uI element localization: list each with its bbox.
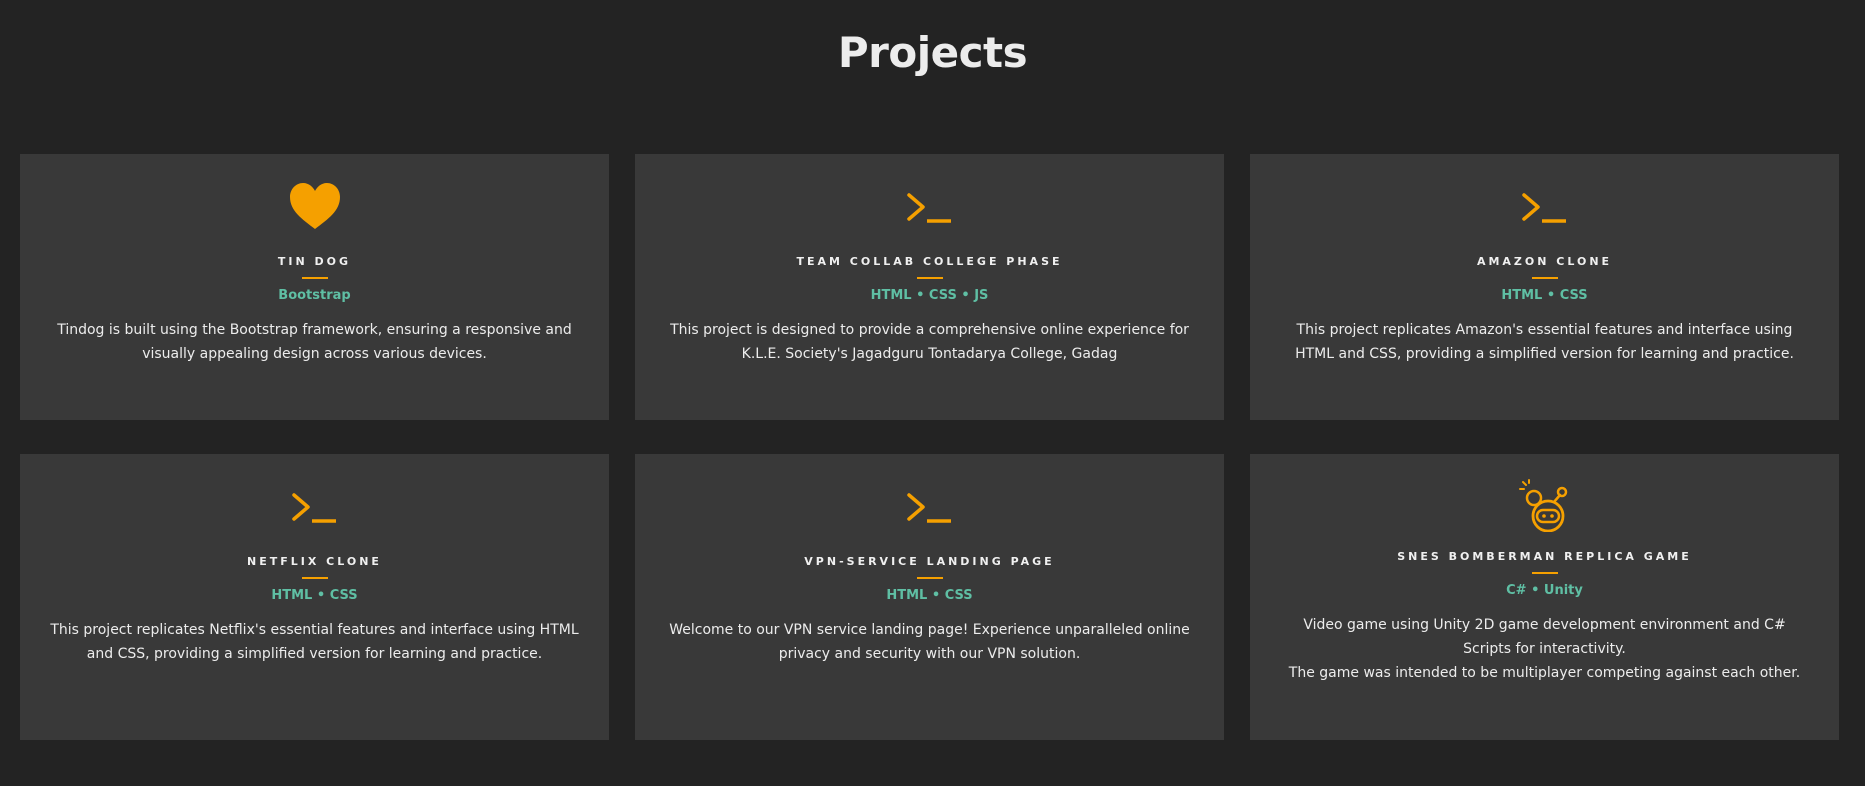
title-divider [301, 277, 328, 279]
project-title: SNES Bomberman Replica Game [1397, 550, 1692, 563]
project-description-text-2: The game was intended to be multiplayer … [1288, 665, 1801, 681]
project-description: This project replicates Amazon's essenti… [1276, 318, 1813, 366]
project-description-text: This project is designed to provide a co… [670, 322, 1189, 362]
title-divider [301, 577, 328, 579]
project-tech: C# • Unity [1506, 583, 1583, 598]
project-description-text: Tindog is built using the Bootstrap fram… [57, 322, 572, 362]
project-title: Netflix Clone [247, 555, 382, 568]
projects-grid: Tin Dog Bootstrap Tindog is built using … [20, 154, 1839, 740]
project-title: VPN-Service Landing Page [804, 555, 1055, 568]
project-card-team-collab: Team Collab College Phase HTML • CSS • J… [635, 154, 1224, 420]
project-title: Team Collab College Phase [796, 255, 1063, 268]
project-title: Tin Dog [277, 255, 352, 268]
project-title: Amazon Clone [1476, 255, 1613, 268]
project-tech: HTML • CSS • JS [870, 288, 989, 303]
project-card-bomberman: SNES Bomberman Replica Game C# • Unity V… [1250, 454, 1839, 740]
project-description-text: Video game using Unity 2D game developme… [1303, 617, 1786, 657]
project-card-amazon-clone: Amazon Clone HTML • CSS This project rep… [1250, 154, 1839, 420]
title-divider [1531, 572, 1558, 574]
title-divider [916, 577, 943, 579]
project-description: Video game using Unity 2D game developme… [1276, 613, 1813, 685]
project-card-vpn-landing: VPN-Service Landing Page HTML • CSS Welc… [635, 454, 1224, 740]
project-description: Tindog is built using the Bootstrap fram… [46, 318, 583, 366]
project-card-tin-dog: Tin Dog Bootstrap Tindog is built using … [20, 154, 609, 420]
project-tech: HTML • CSS [271, 588, 358, 603]
bomberman-icon [1518, 479, 1567, 532]
section-title: Projects [837, 28, 1028, 77]
project-card-netflix-clone: Netflix Clone HTML • CSS This project re… [20, 454, 609, 740]
project-description: This project replicates Netflix's essent… [46, 618, 583, 666]
projects-section: Projects Tin Dog Bootstrap Tindog is bui… [0, 0, 1865, 786]
title-divider [1531, 277, 1558, 279]
terminal-icon [291, 493, 336, 523]
terminal-icon [906, 493, 951, 523]
project-tech: Bootstrap [278, 288, 351, 303]
project-tech: HTML • CSS [1501, 288, 1588, 303]
terminal-icon [1521, 193, 1566, 223]
project-description-text: Welcome to our VPN service landing page!… [669, 622, 1190, 662]
project-description-text: This project replicates Netflix's essent… [50, 622, 579, 662]
project-description-text: This project replicates Amazon's essenti… [1295, 322, 1794, 362]
project-description: Welcome to our VPN service landing page!… [661, 618, 1198, 666]
project-description: This project is designed to provide a co… [661, 318, 1198, 366]
project-tech: HTML • CSS [886, 588, 973, 603]
heart-icon [289, 183, 340, 229]
terminal-icon [906, 193, 951, 223]
title-divider [916, 277, 943, 279]
